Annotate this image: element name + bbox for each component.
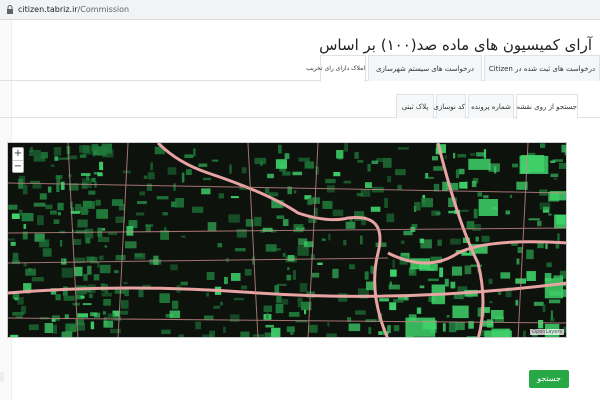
zoom-in-button[interactable]: +: [13, 148, 23, 160]
map-attribution: OpenLayers: [530, 329, 564, 335]
page-title: آرای کمیسیون های ماده صد(۱۰۰) بر اساس: [319, 36, 592, 54]
parcel-map[interactable]: + − OpenLayers: [7, 142, 567, 338]
lock-icon: [7, 5, 13, 14]
zoom-control: + −: [12, 147, 24, 173]
tab-search-map[interactable]: جستجو از روی نقشه: [516, 94, 578, 119]
url-host: citizen.tabriz.ir: [18, 5, 78, 14]
tab-demolition-properties[interactable]: املاک دارای رای تخریب: [306, 55, 366, 82]
tab-renovation-code[interactable]: کد نوسازی: [433, 94, 466, 118]
main-tabs: درخواست های ثبت شده در Citizen درخواست ه…: [0, 55, 600, 82]
left-control: [0, 372, 4, 382]
zoom-out-button[interactable]: −: [13, 160, 23, 172]
browser-address-bar[interactable]: citizen.tabriz.ir /Commission: [0, 0, 600, 20]
search-mode-tabs: جستجو از روی نقشه شماره پرونده کد نوسازی…: [0, 94, 600, 119]
search-button[interactable]: جستجو: [529, 370, 569, 388]
url-path: /Commission: [77, 5, 130, 14]
tab-citizen-requests[interactable]: درخواست های ثبت شده در Citizen: [484, 55, 600, 81]
tab-registration-plate[interactable]: پلاک ثبتی: [396, 94, 434, 118]
tab-urban-system-requests[interactable]: درخواست های سیستم شهرسازی: [368, 55, 482, 81]
tab-file-number[interactable]: شماره پرونده: [468, 94, 514, 118]
map-canvas: [8, 143, 566, 337]
